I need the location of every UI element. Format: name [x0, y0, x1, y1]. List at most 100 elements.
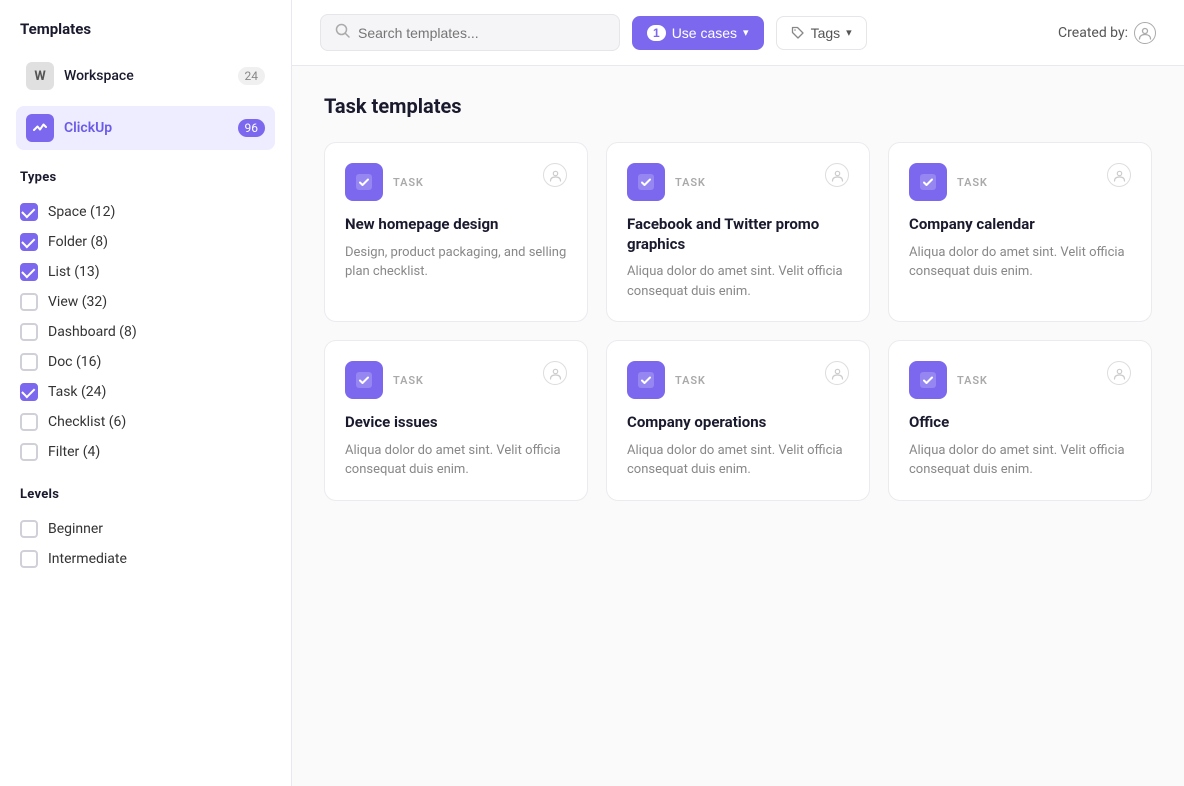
workspace-count: 24: [238, 67, 266, 85]
card-top-card1: TASK: [345, 163, 567, 201]
card-title-card3: Company calendar: [909, 215, 1131, 235]
search-icon: [335, 23, 350, 42]
card-tag-card4: TASK: [393, 374, 424, 387]
card-top-card3: TASK: [909, 163, 1131, 201]
checkbox-space[interactable]: [20, 203, 38, 221]
type-filter-checklist[interactable]: Checklist (6): [16, 407, 275, 437]
level-filter-intermediate[interactable]: Intermediate: [16, 544, 275, 574]
clickup-count: 96: [238, 119, 266, 137]
type-filter-list[interactable]: List (13): [16, 257, 275, 287]
type-label-filter: Filter (4): [48, 444, 100, 460]
checkbox-view[interactable]: [20, 293, 38, 311]
checkbox-folder[interactable]: [20, 233, 38, 251]
search-input[interactable]: [358, 25, 605, 41]
template-grid: TASK New homepage design Design, product…: [324, 142, 1152, 501]
template-card-card2[interactable]: TASK Facebook and Twitter promo graphics…: [606, 142, 870, 322]
type-filter-filter[interactable]: Filter (4): [16, 437, 275, 467]
clickup-icon: [26, 114, 54, 142]
card-tag-card2: TASK: [675, 176, 706, 189]
task-icon-card5: [627, 361, 665, 399]
types-section-title: Types: [16, 158, 275, 189]
task-icon-card3: [909, 163, 947, 201]
checkbox-doc[interactable]: [20, 353, 38, 371]
type-label-list: List (13): [48, 264, 100, 280]
type-label-dashboard: Dashboard (8): [48, 324, 137, 340]
card-top-card4: TASK: [345, 361, 567, 399]
tags-chevron-down-icon: ▾: [846, 26, 852, 39]
template-card-card4[interactable]: TASK Device issues Aliqua dolor do amet …: [324, 340, 588, 501]
type-filter-doc[interactable]: Doc (16): [16, 347, 275, 377]
card-person-icon-card3: [1107, 163, 1131, 187]
level-label-beginner: Beginner: [48, 521, 103, 537]
level-label-intermediate: Intermediate: [48, 551, 127, 567]
card-title-card2: Facebook and Twitter promo graphics: [627, 215, 849, 254]
card-desc-card6: Aliqua dolor do amet sint. Velit officia…: [909, 441, 1131, 480]
card-desc-card3: Aliqua dolor do amet sint. Velit officia…: [909, 243, 1131, 282]
card-person-icon-card4: [543, 361, 567, 385]
type-filter-space[interactable]: Space (12): [16, 197, 275, 227]
card-header-card1: TASK: [345, 163, 424, 201]
card-person-icon-card1: [543, 163, 567, 187]
checkbox-checklist[interactable]: [20, 413, 38, 431]
workspace-icon: W: [26, 62, 54, 90]
type-filter-folder[interactable]: Folder (8): [16, 227, 275, 257]
use-cases-filter-button[interactable]: 1 Use cases ▾: [632, 16, 764, 50]
type-label-folder: Folder (8): [48, 234, 108, 250]
card-top-card5: TASK: [627, 361, 849, 399]
created-by-filter[interactable]: Created by:: [1058, 22, 1156, 44]
card-top-card2: TASK: [627, 163, 849, 201]
card-tag-card6: TASK: [957, 374, 988, 387]
task-icon-card6: [909, 361, 947, 399]
type-label-view: View (32): [48, 294, 107, 310]
card-tag-card1: TASK: [393, 176, 424, 189]
template-card-card6[interactable]: TASK Office Aliqua dolor do amet sint. V…: [888, 340, 1152, 501]
level-filter-beginner[interactable]: Beginner: [16, 514, 275, 544]
tag-icon: [791, 26, 805, 40]
card-person-icon-card5: [825, 361, 849, 385]
type-filter-dashboard[interactable]: Dashboard (8): [16, 317, 275, 347]
card-title-card5: Company operations: [627, 413, 849, 433]
type-label-doc: Doc (16): [48, 354, 101, 370]
card-person-icon-card6: [1107, 361, 1131, 385]
card-title-card4: Device issues: [345, 413, 567, 433]
section-heading: Task templates: [324, 94, 1152, 118]
template-card-card5[interactable]: TASK Company operations Aliqua dolor do …: [606, 340, 870, 501]
use-cases-badge: 1: [647, 25, 666, 41]
card-title-card6: Office: [909, 413, 1131, 433]
use-cases-chevron-down-icon: ▾: [743, 26, 749, 39]
type-label-space: Space (12): [48, 204, 115, 220]
type-label-task: Task (24): [48, 384, 106, 400]
created-by-person-icon: [1134, 22, 1156, 44]
tags-filter-button[interactable]: Tags ▾: [776, 16, 867, 50]
card-tag-card5: TASK: [675, 374, 706, 387]
checkbox-dashboard[interactable]: [20, 323, 38, 341]
card-title-card1: New homepage design: [345, 215, 567, 235]
created-by-label: Created by:: [1058, 25, 1128, 41]
card-header-card5: TASK: [627, 361, 706, 399]
sidebar-title: Templates: [16, 20, 275, 46]
checkbox-task[interactable]: [20, 383, 38, 401]
task-icon-card4: [345, 361, 383, 399]
type-filter-task[interactable]: Task (24): [16, 377, 275, 407]
type-filter-view[interactable]: View (32): [16, 287, 275, 317]
card-header-card2: TASK: [627, 163, 706, 201]
content-area: Task templates TASK New homepage: [292, 66, 1184, 786]
card-desc-card1: Design, product packaging, and selling p…: [345, 243, 567, 282]
card-top-card6: TASK: [909, 361, 1131, 399]
task-icon-card2: [627, 163, 665, 201]
card-desc-card2: Aliqua dolor do amet sint. Velit officia…: [627, 262, 849, 301]
sidebar-item-clickup[interactable]: ClickUp 96: [16, 106, 275, 150]
type-label-checklist: Checklist (6): [48, 414, 126, 430]
template-card-card3[interactable]: TASK Company calendar Aliqua dolor do am…: [888, 142, 1152, 322]
sidebar: Templates W Workspace 24 ClickUp 96 Type…: [0, 0, 292, 786]
sidebar-item-workspace[interactable]: W Workspace 24: [16, 54, 275, 98]
checkbox-intermediate[interactable]: [20, 550, 38, 568]
topbar: 1 Use cases ▾ Tags ▾ Created by:: [292, 0, 1184, 66]
checkbox-filter[interactable]: [20, 443, 38, 461]
use-cases-label: Use cases: [672, 25, 737, 41]
checkbox-list[interactable]: [20, 263, 38, 281]
checkbox-beginner[interactable]: [20, 520, 38, 538]
workspace-label: Workspace: [64, 68, 228, 84]
search-box[interactable]: [320, 14, 620, 51]
template-card-card1[interactable]: TASK New homepage design Design, product…: [324, 142, 588, 322]
